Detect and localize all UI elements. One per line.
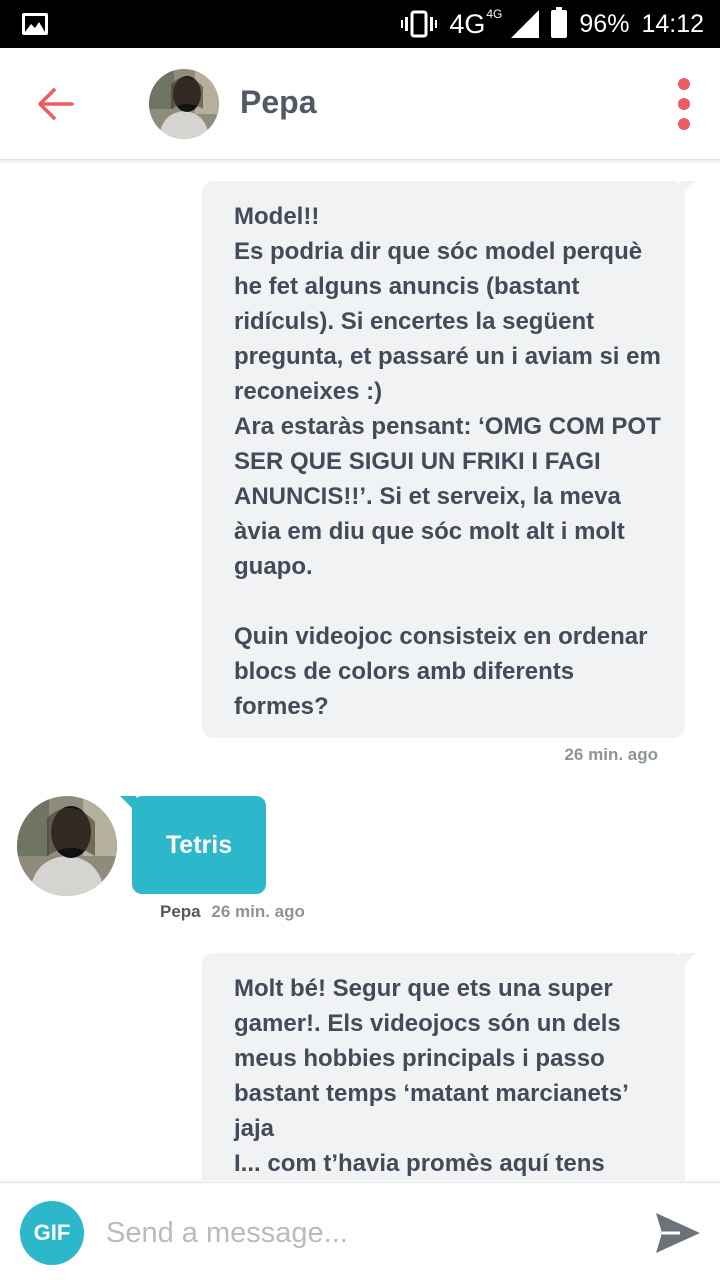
message-input[interactable] xyxy=(106,1209,626,1257)
chat-header: Pepa xyxy=(0,48,720,160)
back-arrow-icon[interactable] xyxy=(36,84,76,124)
send-icon[interactable] xyxy=(654,1211,702,1255)
sender-avatar[interactable] xyxy=(17,796,117,896)
more-vert-icon[interactable] xyxy=(670,78,698,130)
outgoing-message[interactable]: Model!! Es podria dir que sóc model perq… xyxy=(202,181,696,738)
battery-icon xyxy=(551,7,568,38)
contact-avatar[interactable] xyxy=(149,69,219,139)
incoming-message-meta: Pepa 26 min. ago xyxy=(160,902,305,922)
battery-percentage: 96% xyxy=(579,9,630,38)
incoming-message[interactable]: Tetris xyxy=(120,796,266,894)
status-bar: 4G 4G 96% 14:12 xyxy=(0,0,720,48)
message-composer: GIF xyxy=(0,1182,720,1280)
contact-name[interactable]: Pepa xyxy=(240,84,316,121)
vibrate-icon xyxy=(401,10,438,38)
signal-icon xyxy=(511,10,540,38)
message-timestamp: 26 min. ago xyxy=(211,902,305,921)
outgoing-message[interactable]: Molt bé! Segur que ets una super gamer!.… xyxy=(202,953,696,1180)
clock: 14:12 xyxy=(641,9,704,38)
gif-button[interactable]: GIF xyxy=(20,1201,84,1265)
gallery-icon xyxy=(22,13,48,35)
message-list: Model!! Es podria dir que sóc model perq… xyxy=(0,160,720,1180)
message-timestamp: 26 min. ago xyxy=(564,745,658,764)
network-type: 4G 4G xyxy=(449,6,503,39)
chat-screen: 4G 4G 96% 14:12 Pepa Model!! Es podria d… xyxy=(0,0,720,1280)
sender-name: Pepa xyxy=(160,902,201,921)
